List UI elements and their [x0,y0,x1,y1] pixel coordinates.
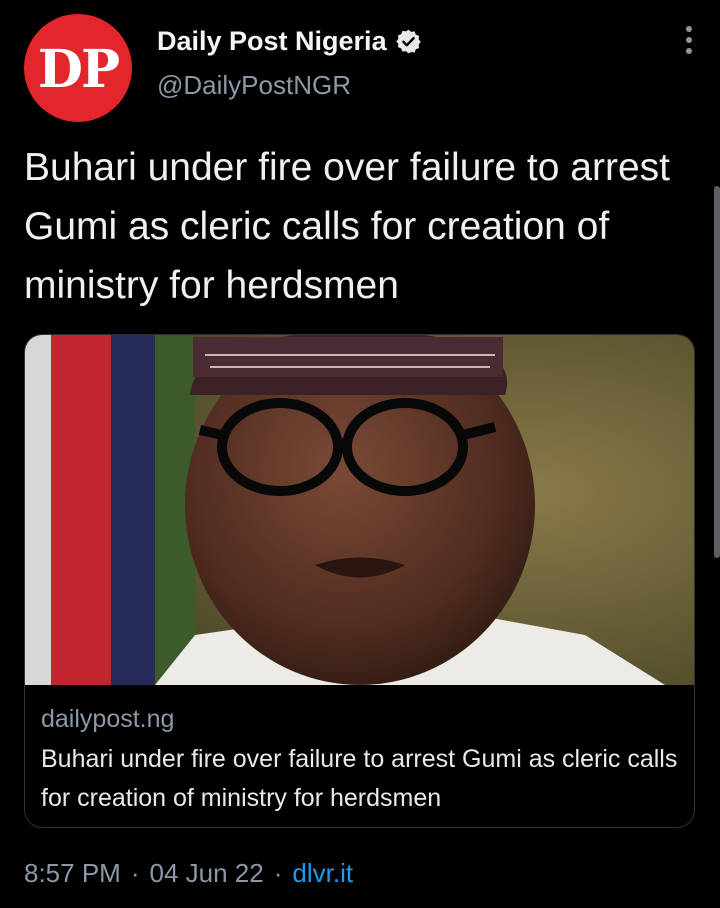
tweet-time[interactable]: 8:57 PM [24,858,121,889]
tweet-footer: 8:57 PM · 04 Jun 22 · dlvr.it [24,858,353,889]
link-preview-card[interactable]: dailypost.ng Buhari under fire over fail… [24,334,695,828]
card-meta: dailypost.ng Buhari under fire over fail… [41,705,678,818]
card-domain: dailypost.ng [41,705,175,733]
author-name[interactable]: Daily Post Nigeria [157,26,387,57]
verified-badge-icon [395,29,421,54]
tweet-date[interactable]: 04 Jun 22 [150,858,264,889]
avatar[interactable]: DP [24,14,132,122]
tweet-source-link[interactable]: dlvr.it [292,858,353,889]
tweet-header: DP Daily Post Nigeria @DailyPostNGR [24,14,696,122]
author-handle[interactable]: @DailyPostNGR [157,70,351,101]
more-options-icon[interactable] [682,26,696,58]
avatar-logo-text: DP [37,38,120,100]
card-title: Buhari under fire over failure to arrest… [41,745,678,812]
footer-separator: · [273,858,283,888]
footer-separator: · [130,858,140,888]
author-name-row[interactable]: Daily Post Nigeria [157,26,422,57]
scrollbar[interactable] [714,186,720,558]
card-image[interactable] [25,335,695,685]
tweet-text: Buhari under fire over failure to arrest… [24,146,670,307]
